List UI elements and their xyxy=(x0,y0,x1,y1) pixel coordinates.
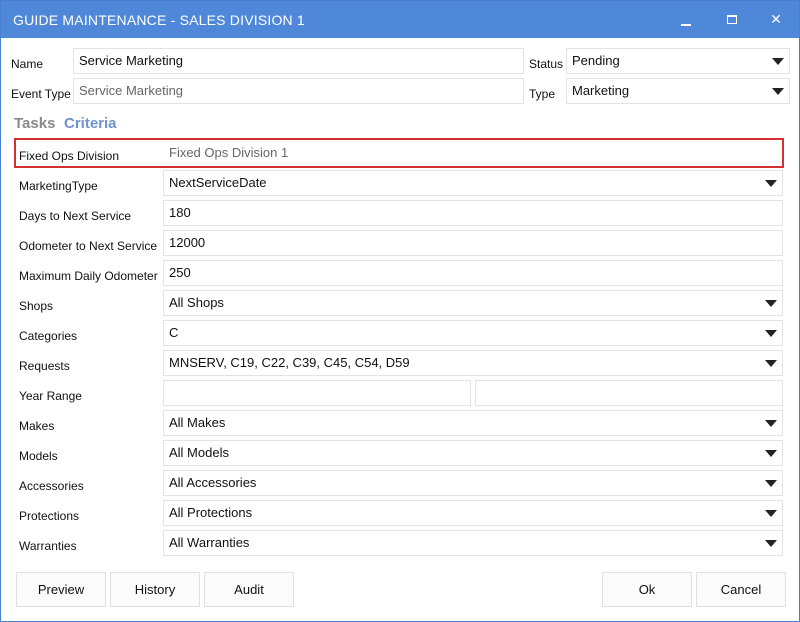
categories-label: Categories xyxy=(19,329,78,343)
marketing-type-value: NextServiceDate xyxy=(169,175,267,190)
marketing-type-label: MarketingType xyxy=(19,179,98,193)
preview-button[interactable]: Preview xyxy=(16,572,106,607)
makes-value: All Makes xyxy=(169,415,226,430)
minimize-button[interactable] xyxy=(663,1,709,38)
close-icon: ✕ xyxy=(770,11,782,27)
categories-select[interactable]: C xyxy=(163,320,783,346)
status-select[interactable]: Pending xyxy=(566,48,790,74)
maximum-daily-odometer-input[interactable]: 250 xyxy=(163,260,783,286)
fixed-ops-division-label: Fixed Ops Division xyxy=(19,149,120,163)
protections-label: Protections xyxy=(19,509,80,523)
models-select[interactable]: All Models xyxy=(163,440,783,466)
chevron-down-icon xyxy=(765,300,777,307)
chevron-down-icon xyxy=(765,360,777,367)
maximize-button[interactable] xyxy=(709,1,755,38)
chevron-down-icon xyxy=(765,480,777,487)
close-button[interactable]: ✕ xyxy=(753,1,799,38)
protections-select[interactable]: All Protections xyxy=(163,500,783,526)
tab-criteria[interactable]: Criteria xyxy=(64,115,117,132)
status-value: Pending xyxy=(572,53,620,68)
name-label: Name xyxy=(11,57,44,71)
accessories-value: All Accessories xyxy=(169,475,257,490)
days-to-next-service-input[interactable]: 180 xyxy=(163,200,783,226)
type-select[interactable]: Marketing xyxy=(566,78,790,104)
ok-button[interactable]: Ok xyxy=(602,572,692,607)
warranties-label: Warranties xyxy=(19,539,77,553)
requests-value: MNSERV, C19, C22, C39, C45, C54, D59 xyxy=(169,355,410,370)
window-title: GUIDE MAINTENANCE - SALES DIVISION 1 xyxy=(13,12,305,28)
tab-tasks[interactable]: Tasks xyxy=(14,115,55,132)
year-range-label: Year Range xyxy=(19,389,82,403)
type-label: Type xyxy=(529,87,556,101)
status-label: Status xyxy=(529,57,564,71)
requests-select[interactable]: MNSERV, C19, C22, C39, C45, C54, D59 xyxy=(163,350,783,376)
warranties-select[interactable]: All Warranties xyxy=(163,530,783,556)
models-value: All Models xyxy=(169,445,229,460)
protections-value: All Protections xyxy=(169,505,253,520)
fixed-ops-division-input[interactable]: Fixed Ops Division 1 xyxy=(163,140,782,166)
odometer-to-next-service-input[interactable]: 12000 xyxy=(163,230,783,256)
type-value: Marketing xyxy=(572,83,630,98)
warranties-value: All Warranties xyxy=(169,535,250,550)
audit-button[interactable]: Audit xyxy=(204,572,294,607)
marketing-type-select[interactable]: NextServiceDate xyxy=(163,170,783,196)
year-range-from-input[interactable] xyxy=(163,380,471,406)
history-button[interactable]: History xyxy=(110,572,200,607)
event-type-label: Event Type xyxy=(11,87,71,101)
guide-maintenance-dialog: GUIDE MAINTENANCE - SALES DIVISION 1 ✕ N… xyxy=(0,0,800,622)
days-to-next-service-label: Days to Next Service xyxy=(19,209,132,223)
chevron-down-icon xyxy=(765,510,777,517)
chevron-down-icon xyxy=(772,58,784,65)
minimize-icon xyxy=(681,23,691,26)
shops-label: Shops xyxy=(19,299,54,313)
name-input[interactable]: Service Marketing xyxy=(73,48,524,74)
cancel-button[interactable]: Cancel xyxy=(696,572,786,607)
chevron-down-icon xyxy=(765,540,777,547)
maximum-daily-odometer-label: Maximum Daily Odometer xyxy=(19,269,158,283)
shops-value: All Shops xyxy=(169,295,224,310)
models-label: Models xyxy=(19,449,58,463)
title-bar: GUIDE MAINTENANCE - SALES DIVISION 1 ✕ xyxy=(1,1,799,38)
accessories-label: Accessories xyxy=(19,479,84,493)
makes-select[interactable]: All Makes xyxy=(163,410,783,436)
odometer-to-next-service-label: Odometer to Next Service xyxy=(19,239,158,253)
accessories-select[interactable]: All Accessories xyxy=(163,470,783,496)
year-range-to-input[interactable] xyxy=(475,380,783,406)
categories-value: C xyxy=(169,325,179,340)
chevron-down-icon xyxy=(772,88,784,95)
event-type-input[interactable]: Service Marketing xyxy=(73,78,524,104)
maximize-icon xyxy=(727,15,737,24)
chevron-down-icon xyxy=(765,450,777,457)
shops-select[interactable]: All Shops xyxy=(163,290,783,316)
makes-label: Makes xyxy=(19,419,55,433)
requests-label: Requests xyxy=(19,359,70,373)
chevron-down-icon xyxy=(765,330,777,337)
chevron-down-icon xyxy=(765,180,777,187)
chevron-down-icon xyxy=(765,420,777,427)
